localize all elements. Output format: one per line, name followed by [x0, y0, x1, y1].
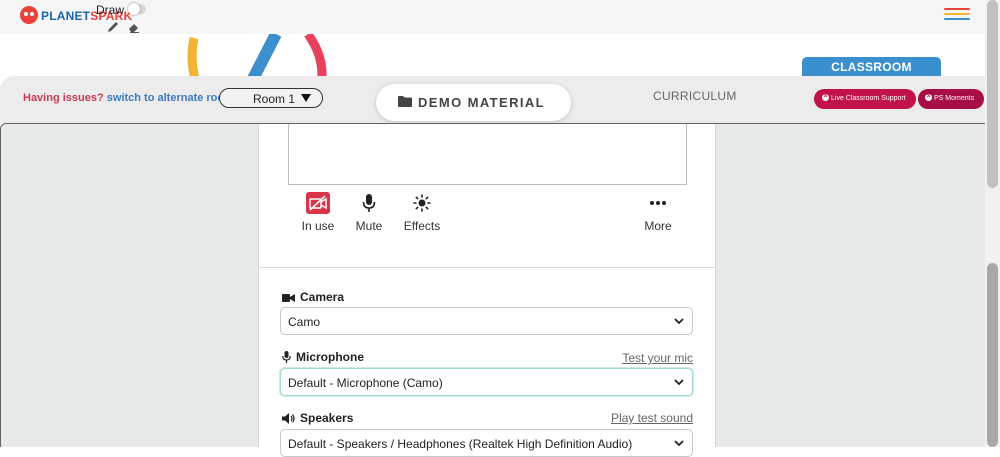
main-scrollbar-thumb[interactable] — [987, 263, 998, 447]
demo-material-button[interactable]: DEMO MATERIAL — [376, 84, 571, 121]
mute-label: Mute — [355, 219, 383, 233]
page-scrollbar-thumb[interactable] — [987, 0, 998, 188]
camera-section-label: Camera — [282, 290, 344, 304]
room-select[interactable]: Room 1 — [219, 88, 323, 108]
speakers-select[interactable]: Default - Speakers / Headphones (Realtek… — [280, 429, 693, 457]
sun-icon — [413, 194, 431, 212]
curriculum-tab[interactable]: CURRICULUM — [653, 89, 737, 103]
effects-button[interactable]: Effects — [401, 192, 443, 233]
chevron-down-icon — [674, 379, 684, 386]
close-circle-icon — [925, 87, 932, 107]
camera-preview — [288, 124, 687, 185]
issues-message: Having issues? switch to alternate room — [23, 92, 234, 104]
speakers-section-label: Speakers — [282, 411, 353, 425]
eraser-icon[interactable] — [127, 20, 141, 34]
demo-material-label: DEMO MATERIAL — [418, 95, 546, 110]
more-label: More — [644, 219, 672, 233]
hamburger-menu-icon[interactable] — [944, 8, 970, 22]
camera-in-use-button[interactable]: In use — [300, 192, 336, 233]
camera-select[interactable]: Camo — [280, 307, 693, 335]
test-mic-link[interactable]: Test your mic — [622, 351, 693, 365]
microphone-select-value: Default - Microphone (Camo) — [288, 376, 443, 390]
chevron-down-icon — [674, 318, 684, 325]
more-button[interactable]: More — [641, 192, 675, 233]
dropdown-arrow-icon — [301, 94, 311, 102]
room-select-value: Room 1 — [253, 92, 296, 106]
chevron-down-icon — [674, 440, 684, 447]
video-camera-icon — [282, 294, 295, 302]
play-test-sound-link[interactable]: Play test sound — [611, 411, 693, 425]
issues-text: Having issues? — [23, 92, 104, 104]
draw-label: Draw — [96, 3, 125, 17]
camera-off-icon — [306, 192, 330, 214]
microphone-icon — [282, 351, 291, 363]
classroom-tab[interactable]: CLASSROOM — [802, 57, 941, 76]
mute-button[interactable]: Mute — [350, 192, 388, 233]
microphone-section-label: Microphone — [282, 350, 364, 364]
in-use-label: In use — [301, 219, 335, 233]
logo-mascot-icon — [20, 6, 38, 24]
microphone-select[interactable]: Default - Microphone (Camo) — [280, 368, 693, 396]
top-bar — [0, 0, 1000, 34]
more-dots-icon — [650, 201, 666, 205]
effects-label: Effects — [403, 219, 441, 233]
folder-icon — [398, 96, 412, 107]
close-circle-icon — [822, 87, 829, 107]
camera-select-value: Camo — [288, 315, 321, 329]
microphone-icon — [362, 194, 376, 212]
live-classroom-support-button[interactable]: Live Classroom Support — [814, 87, 916, 109]
panel-divider — [259, 267, 715, 268]
alternate-room-link[interactable]: switch to alternate room — [107, 92, 234, 104]
speaker-icon — [282, 413, 295, 424]
ps-moments-button[interactable]: PS Moments — [918, 87, 984, 109]
pencil-icon[interactable] — [106, 20, 120, 34]
speakers-select-value: Default - Speakers / Headphones (Realtek… — [288, 437, 633, 451]
draw-toggle[interactable] — [128, 3, 146, 15]
